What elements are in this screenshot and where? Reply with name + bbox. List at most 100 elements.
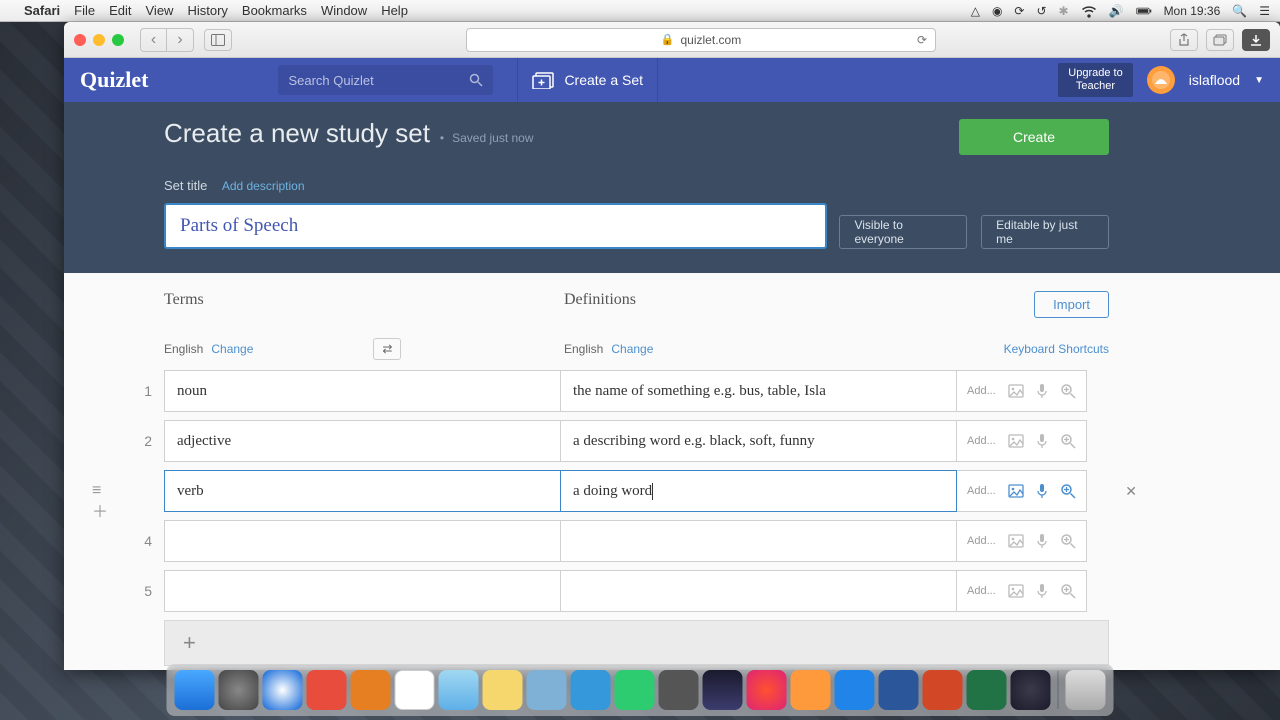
dock-calendar[interactable] bbox=[395, 670, 435, 710]
username[interactable]: islaflood bbox=[1189, 72, 1240, 88]
search-input[interactable]: Search Quizlet bbox=[278, 65, 493, 95]
definition-input[interactable] bbox=[560, 520, 957, 562]
record-icon[interactable]: ◉ bbox=[992, 4, 1002, 18]
dock-app13[interactable] bbox=[703, 670, 743, 710]
zoom-icon[interactable] bbox=[1060, 583, 1076, 599]
audio-icon[interactable] bbox=[1036, 383, 1048, 399]
set-title-input[interactable]: Parts of Speech bbox=[164, 203, 827, 249]
dock-notes[interactable] bbox=[483, 670, 523, 710]
change-term-lang[interactable]: Change bbox=[211, 342, 253, 356]
window-minimize[interactable] bbox=[93, 34, 105, 46]
menu-file[interactable]: File bbox=[74, 3, 95, 18]
zoom-icon[interactable] bbox=[1060, 533, 1076, 549]
zoom-icon[interactable] bbox=[1060, 383, 1076, 399]
sidebar-button[interactable] bbox=[204, 29, 232, 51]
definition-input[interactable]: a doing word bbox=[560, 470, 957, 512]
dock-appstore[interactable] bbox=[835, 670, 875, 710]
definition-input[interactable] bbox=[560, 570, 957, 612]
audio-icon[interactable] bbox=[1036, 533, 1048, 549]
dock-ibooks[interactable] bbox=[791, 670, 831, 710]
dock-pages[interactable] bbox=[659, 670, 699, 710]
swap-columns-button[interactable]: ⇄ bbox=[373, 338, 401, 360]
audio-icon[interactable] bbox=[1036, 433, 1048, 449]
menubar-app[interactable]: Safari bbox=[24, 3, 60, 18]
menu-icon[interactable]: ☰ bbox=[1259, 4, 1270, 18]
bluetooth-icon[interactable]: ✱ bbox=[1059, 4, 1069, 18]
tabs-button[interactable] bbox=[1206, 29, 1234, 51]
image-icon[interactable] bbox=[1008, 484, 1024, 498]
add-description-link[interactable]: Add description bbox=[222, 179, 305, 193]
import-button[interactable]: Import bbox=[1034, 291, 1109, 318]
reload-icon[interactable]: ⟳ bbox=[917, 33, 927, 47]
timemachine-icon[interactable]: ↺ bbox=[1036, 4, 1046, 18]
audio-icon[interactable] bbox=[1036, 583, 1048, 599]
battery-icon[interactable] bbox=[1136, 4, 1152, 18]
dock-launchpad[interactable] bbox=[219, 670, 259, 710]
wifi-icon[interactable] bbox=[1081, 4, 1097, 18]
dock-itunes[interactable] bbox=[747, 670, 787, 710]
dock-app4[interactable] bbox=[307, 670, 347, 710]
image-icon[interactable] bbox=[1008, 534, 1024, 548]
upgrade-button[interactable]: Upgrade to Teacher bbox=[1058, 63, 1132, 97]
avatar[interactable] bbox=[1147, 66, 1175, 94]
address-bar[interactable]: 🔒 quizlet.com ⟳ bbox=[466, 28, 936, 52]
delete-row-icon[interactable]: ✕ bbox=[1125, 483, 1137, 500]
dock-facetime[interactable] bbox=[615, 670, 655, 710]
term-input[interactable] bbox=[164, 520, 560, 562]
dock-messages[interactable] bbox=[571, 670, 611, 710]
zoom-icon[interactable] bbox=[1060, 433, 1076, 449]
dock-excel[interactable] bbox=[967, 670, 1007, 710]
menu-view[interactable]: View bbox=[146, 3, 174, 18]
sync-icon[interactable]: ⟳ bbox=[1014, 4, 1024, 18]
definition-input[interactable]: the name of something e.g. bus, table, I… bbox=[560, 370, 957, 412]
keyboard-shortcuts-link[interactable]: Keyboard Shortcuts bbox=[1004, 342, 1109, 356]
create-set-button[interactable]: Create a Set bbox=[517, 58, 658, 102]
definition-input[interactable]: a describing word e.g. black, soft, funn… bbox=[560, 420, 957, 462]
row-number: 2 bbox=[120, 433, 152, 449]
quizlet-logo[interactable]: Quizlet bbox=[80, 67, 148, 93]
dock-powerpoint[interactable] bbox=[923, 670, 963, 710]
term-input[interactable] bbox=[164, 570, 560, 612]
term-row: ＋ 4 Add... bbox=[164, 520, 1109, 562]
term-input[interactable]: verb bbox=[164, 470, 560, 512]
editable-button[interactable]: Editable by just me bbox=[981, 215, 1109, 249]
row-tools: Add... bbox=[957, 420, 1087, 462]
visibility-button[interactable]: Visible to everyone bbox=[839, 215, 967, 249]
image-icon[interactable] bbox=[1008, 434, 1024, 448]
image-icon[interactable] bbox=[1008, 584, 1024, 598]
menu-window[interactable]: Window bbox=[321, 3, 367, 18]
downloads-button[interactable] bbox=[1242, 29, 1270, 51]
image-icon[interactable] bbox=[1008, 384, 1024, 398]
menu-help[interactable]: Help bbox=[381, 3, 408, 18]
dock-preview[interactable] bbox=[527, 670, 567, 710]
dock-word[interactable] bbox=[879, 670, 919, 710]
volume-icon[interactable]: 🔊 bbox=[1109, 4, 1124, 18]
add-row-button[interactable]: + bbox=[164, 620, 1109, 666]
back-button[interactable]: ‹ bbox=[141, 29, 167, 51]
spotlight-icon[interactable]: 🔍 bbox=[1232, 4, 1247, 18]
insert-row-icon[interactable]: ＋ bbox=[92, 498, 108, 522]
dock-safari[interactable] bbox=[263, 670, 303, 710]
dock-finder[interactable] bbox=[175, 670, 215, 710]
menu-bookmarks[interactable]: Bookmarks bbox=[242, 3, 307, 18]
definitions-header: Definitions bbox=[564, 291, 961, 309]
window-close[interactable] bbox=[74, 34, 86, 46]
create-button[interactable]: Create bbox=[959, 119, 1109, 155]
window-zoom[interactable] bbox=[112, 34, 124, 46]
change-def-lang[interactable]: Change bbox=[611, 342, 653, 356]
term-input[interactable]: adjective bbox=[164, 420, 560, 462]
forward-button[interactable]: › bbox=[167, 29, 193, 51]
zoom-icon[interactable] bbox=[1060, 483, 1076, 499]
audio-icon[interactable] bbox=[1036, 483, 1048, 499]
dock-app5[interactable] bbox=[351, 670, 391, 710]
share-button[interactable] bbox=[1170, 29, 1198, 51]
menu-history[interactable]: History bbox=[187, 3, 227, 18]
user-menu-caret[interactable]: ▼ bbox=[1254, 75, 1264, 86]
dock-trash[interactable] bbox=[1066, 670, 1106, 710]
term-input[interactable]: noun bbox=[164, 370, 560, 412]
menu-edit[interactable]: Edit bbox=[109, 3, 131, 18]
menubar-clock[interactable]: Mon 19:36 bbox=[1164, 4, 1221, 18]
dock-photos[interactable] bbox=[439, 670, 479, 710]
dock-quicktime[interactable] bbox=[1011, 670, 1051, 710]
drive-icon[interactable]: △ bbox=[971, 4, 980, 18]
